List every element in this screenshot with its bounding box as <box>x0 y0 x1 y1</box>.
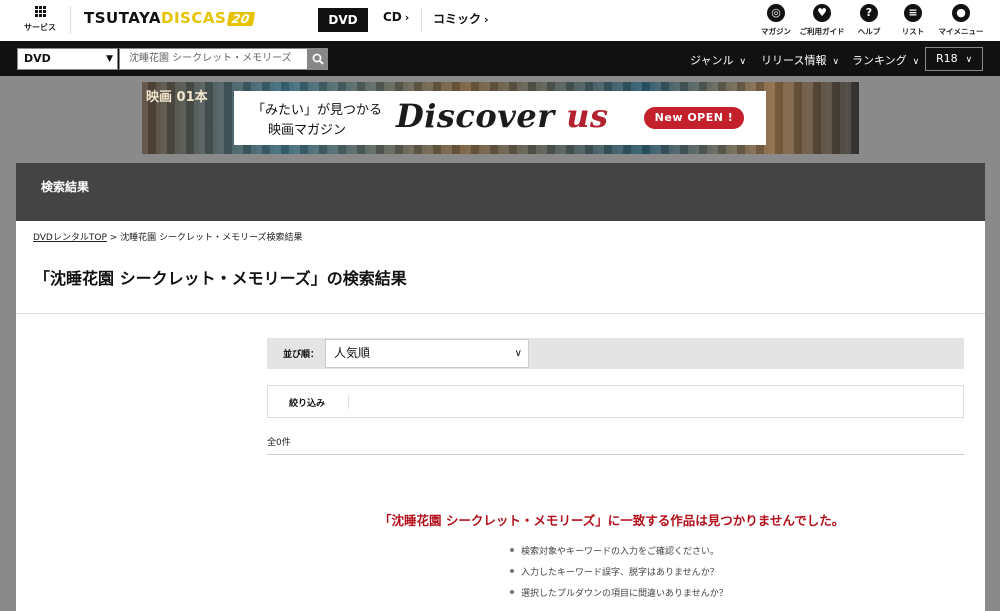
category-select[interactable]: DVD ▼ <box>17 48 118 70</box>
list-icon: ≡ <box>904 4 922 22</box>
tab-cd[interactable]: CD › <box>383 10 409 24</box>
tab-comic-label: コミック <box>433 12 482 26</box>
panel-title: 検索結果 <box>41 180 90 194</box>
nav-guide[interactable]: ♥ ご利用ガイド <box>799 4 845 37</box>
nav-list[interactable]: ≡ リスト <box>890 4 936 37</box>
divider <box>348 395 349 409</box>
search-tips: 検索対象やキーワードの入力をご確認ください。 入力したキーワード誤字、脱字はあり… <box>509 544 728 607</box>
list-item: 入力したキーワード誤字、脱字はありませんか？ <box>509 565 728 578</box>
magazine-icon: ◎ <box>767 4 785 22</box>
sort-select-value: 人気順 <box>334 346 371 360</box>
banner-tagline-sub: 映画マガジン <box>268 123 347 138</box>
nav-genre[interactable]: ジャンル ∨ <box>690 52 746 68</box>
tab-dvd[interactable]: DVD <box>318 8 368 32</box>
banner-card: 「みたい」が見つかる 映画マガジン Discover us New OPEN ! <box>234 91 766 145</box>
site-logo[interactable]: TSUTAYADISCAS 20 <box>84 9 256 27</box>
filter-bar[interactable]: 絞り込み <box>267 385 964 418</box>
nav-magazine-label: マガジン <box>761 27 791 36</box>
nav-mymenu[interactable]: ● マイメニュー <box>938 4 984 37</box>
page-title: 「沈睡花園 シークレット・メモリーズ」の検索結果 <box>34 269 407 288</box>
guide-icon: ♥ <box>813 4 831 22</box>
nav-ranking[interactable]: ランキング ∨ <box>852 52 919 68</box>
search-input[interactable]: 沈睡花園 シークレット・メモリーズ <box>119 48 308 70</box>
breadcrumb-current: 沈睡花園 シークレット・メモリーズ検索結果 <box>120 233 303 243</box>
r18-select[interactable]: R18 ∨ <box>925 47 983 71</box>
nav-release-label: リリース情報 <box>761 54 827 67</box>
search-icon <box>312 53 324 65</box>
search-button[interactable] <box>308 48 328 70</box>
banner-tagline: 「みたい」が見つかる <box>252 103 383 118</box>
panel-header: 検索結果 <box>16 163 985 221</box>
list-item: 検索対象やキーワードの入力をご確認ください。 <box>509 544 728 557</box>
mymenu-icon: ● <box>952 4 970 22</box>
promo-banner[interactable]: 映画 01本 「みたい」が見つかる 映画マガジン Discover us New… <box>142 82 859 154</box>
banner-title-main: Discover <box>396 97 555 135</box>
divider <box>16 313 985 314</box>
chevron-right-icon: › <box>484 13 489 26</box>
chevron-down-icon: ∨ <box>912 57 920 67</box>
nav-help[interactable]: ? ヘルプ <box>846 4 892 37</box>
sort-bar: 並び順： 人気順 ∨ <box>267 338 964 369</box>
breadcrumb: DVDレンタルTOP > 沈睡花園 シークレット・メモリーズ検索結果 <box>33 230 303 243</box>
logo-text-main: TSUTAYA <box>84 9 161 27</box>
divider <box>267 454 964 455</box>
nav-release[interactable]: リリース情報 ∨ <box>761 52 839 68</box>
services-label: サービス <box>24 23 56 32</box>
nav-mymenu-label: マイメニュー <box>938 27 984 36</box>
list-item: 選択したプルダウンの項目に間違いありませんか？ <box>509 586 728 599</box>
chevron-down-icon: ∨ <box>514 348 522 359</box>
help-icon: ? <box>860 4 878 22</box>
sort-select[interactable]: 人気順 ∨ <box>325 339 529 368</box>
divider <box>421 8 422 32</box>
banner-bg-text: 映画 01本 <box>146 90 208 105</box>
banner-title-accent: us <box>566 97 609 135</box>
nav-genre-label: ジャンル <box>690 54 734 67</box>
nav-help-label: ヘルプ <box>857 27 881 36</box>
grid-icon <box>34 6 46 17</box>
chevron-right-icon: › <box>404 11 410 24</box>
search-results-panel: 検索結果 DVDレンタルTOP > 沈睡花園 シークレット・メモリーズ検索結果 … <box>16 163 985 611</box>
divider <box>70 6 71 34</box>
r18-label: R18 <box>936 52 958 65</box>
chevron-down-icon: ∨ <box>832 57 840 67</box>
result-count: 全0件 <box>267 438 291 448</box>
logo-text-accent: DISCAS <box>161 9 227 27</box>
top-header: サービス TSUTAYADISCAS 20 DVD CD › コミック › ◎ マガジ… <box>0 0 1000 41</box>
filter-label: 絞り込み <box>289 399 326 409</box>
nav-ranking-label: ランキング <box>852 54 907 67</box>
no-results-message: 「沈睡花園 シークレット・メモリーズ」に一致する作品は見つかりませんでした。 <box>379 513 845 528</box>
breadcrumb-home-link[interactable]: DVDレンタルTOP <box>33 233 107 243</box>
nav-magazine[interactable]: ◎ マガジン <box>753 4 799 37</box>
chevron-down-icon: ∨ <box>965 55 973 65</box>
breadcrumb-separator: > <box>106 233 121 243</box>
new-open-badge[interactable]: New OPEN ! <box>644 107 744 129</box>
logo-badge: 20 <box>227 12 256 26</box>
nav-guide-label: ご利用ガイド <box>799 27 845 36</box>
sort-label: 並び順： <box>283 350 320 360</box>
category-select-value: DVD <box>24 52 51 65</box>
search-bar: DVD ▼ 沈睡花園 シークレット・メモリーズ ジャンル ∨ リリース情報 ∨ ラン… <box>0 41 1000 76</box>
banner-title: Discover us <box>396 97 608 135</box>
services-menu[interactable]: サービス <box>18 6 62 33</box>
tab-comic[interactable]: コミック › <box>433 10 489 27</box>
nav-list-label: リスト <box>901 27 925 36</box>
tab-cd-label: CD <box>383 10 402 24</box>
chevron-down-icon: ∨ <box>739 57 747 67</box>
chevron-down-icon: ▼ <box>106 54 113 64</box>
